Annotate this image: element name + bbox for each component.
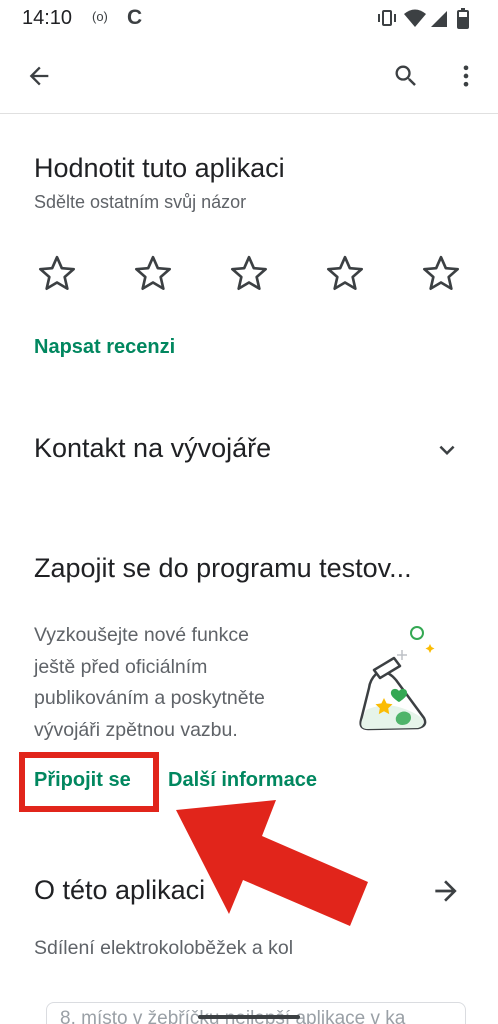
- star-4-button[interactable]: [322, 250, 368, 296]
- join-testing-button[interactable]: Připojit se: [34, 769, 131, 792]
- c-app-icon: C: [127, 6, 143, 29]
- star-5-button[interactable]: [418, 250, 464, 296]
- star-outline-icon: [135, 255, 172, 290]
- wifi-icon: [404, 9, 426, 27]
- rate-app-title: Hodnotit tuto aplikaci: [34, 153, 285, 183]
- arrow-right-icon: [435, 880, 457, 902]
- star-outline-icon: [39, 255, 75, 290]
- battery-icon: [457, 8, 469, 29]
- testing-description-line: publikováním a poskytněte: [34, 687, 265, 709]
- arrow-left-icon: [29, 66, 49, 86]
- status-icons: [378, 6, 478, 30]
- more-info-link[interactable]: Další informace: [168, 769, 317, 792]
- star-3-button[interactable]: [226, 250, 272, 296]
- star-outline-icon: [327, 255, 363, 290]
- search-icon: [395, 65, 416, 86]
- vibrate-icon: [378, 10, 396, 26]
- status-time: 14:10: [22, 7, 73, 29]
- star-1-button[interactable]: [34, 250, 80, 296]
- chevron-down-icon: [439, 445, 455, 455]
- gesture-navigation-bar[interactable]: [198, 1015, 300, 1019]
- back-button[interactable]: [15, 52, 63, 100]
- about-app-open-button[interactable]: [430, 875, 462, 907]
- more-vert-icon: [463, 65, 469, 87]
- developer-contact-title[interactable]: Kontakt na vývojáře: [34, 433, 271, 464]
- search-button[interactable]: [382, 52, 430, 100]
- testing-description: Vyzkoušejte nové funkce ještě před ofici…: [34, 620, 334, 746]
- star-2-button[interactable]: [130, 250, 176, 296]
- testing-description-line: vývojáři zpětnou vazbu.: [34, 718, 238, 741]
- testing-description-line: Vyzkoušejte nové funkce: [34, 624, 249, 646]
- rating-stars: [0, 250, 498, 296]
- write-review-link[interactable]: Napsat recenzi: [34, 336, 175, 359]
- about-app-title[interactable]: O této aplikaci: [34, 875, 205, 906]
- flask-illustration: [359, 626, 435, 731]
- signal-icon: [431, 11, 447, 27]
- more-options-button[interactable]: [442, 52, 490, 100]
- star-outline-icon: [423, 255, 459, 290]
- testing-description-line: ještě před oficiálním: [34, 655, 208, 678]
- developer-contact-expand-button[interactable]: [432, 435, 462, 465]
- hotspot-icon: (o): [92, 9, 108, 24]
- about-app-subtitle: Sdílení elektrokoloběžek a kol: [34, 937, 294, 959]
- star-outline-icon: [231, 255, 267, 290]
- rate-app-subtitle: Sdělte ostatním svůj názor: [34, 192, 247, 212]
- status-bar: 14:10 (o) C: [0, 0, 498, 38]
- testing-program-title: Zapojit se do programu testov...: [34, 553, 412, 583]
- app-toolbar: [0, 38, 498, 114]
